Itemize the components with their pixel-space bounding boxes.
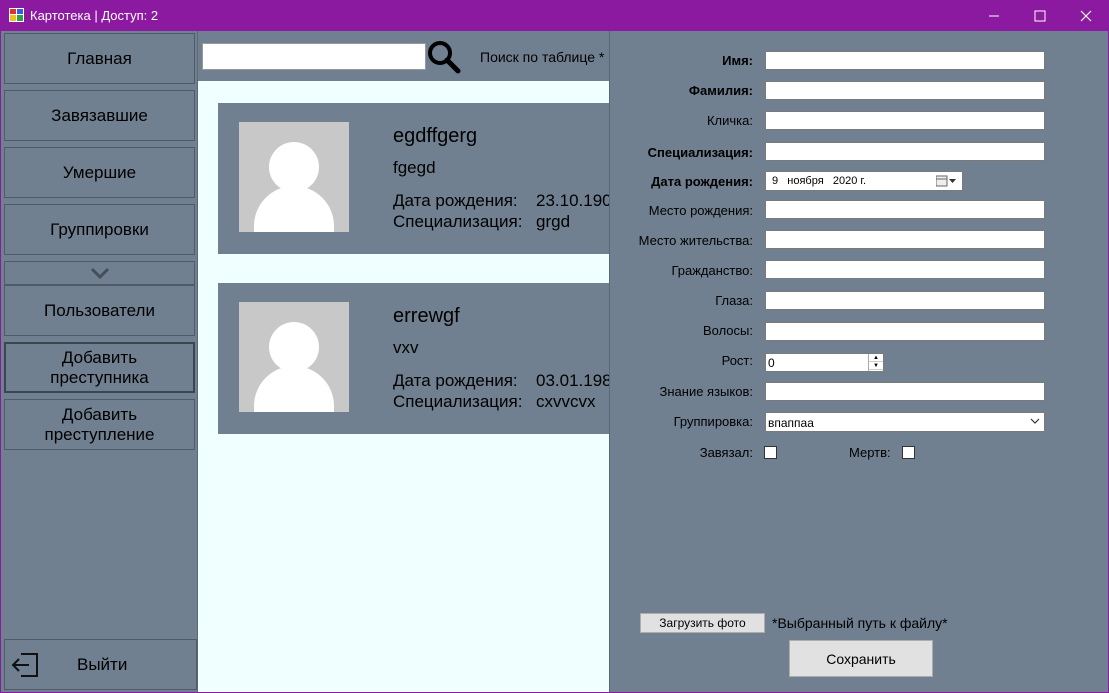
save-label: Сохранить [826,650,896,667]
nav-groups-button[interactable]: Группировки [4,204,195,255]
height-stepper[interactable]: 0 ▲ ▼ [765,353,884,372]
title-bar: Картотека | Доступ: 2 [0,0,1109,31]
exit-label: Выйти [77,655,128,674]
card-nickname: vxv [393,338,419,357]
save-button[interactable]: Сохранить [789,640,933,677]
citizenship-input[interactable] [765,260,1045,279]
nav-groups-label: Группировки [50,219,149,239]
spin-down-icon[interactable]: ▼ [869,362,883,370]
maximize-button[interactable] [1017,0,1063,31]
nav-deceased-label: Умершие [62,162,137,182]
nav-home-button[interactable]: Главная [4,33,195,84]
chevron-down-icon [1030,418,1040,424]
reformed-checkbox[interactable] [764,446,777,459]
eyes-input[interactable] [765,291,1045,310]
nickname-label: Кличка: [706,113,753,128]
nickname-input[interactable] [765,111,1045,130]
birth-date-picker[interactable]: 9 ноября 2020 г. [765,171,963,191]
residence-input[interactable] [765,230,1045,249]
criminal-card[interactable]: egdffgerg fgegd Дата рождения: 23.10.190… [218,103,609,254]
sidebar: Главная Завязавшие Умершие Группировки П… [1,31,198,692]
card-name: egdffgerg [393,125,478,147]
nav-deceased-button[interactable]: Умершие [4,147,195,198]
maximize-icon [1034,10,1046,21]
criminal-list-panel: Поиск по таблице * egdffgerg fgegd Дата … [198,31,609,692]
birth-place-input[interactable] [765,200,1045,219]
add-criminal-button[interactable]: Добавить преступника [4,342,195,393]
eyes-label: Глаза: [715,293,753,308]
nav-users-label: Пользователи [44,300,155,320]
expand-button[interactable] [4,261,195,285]
hair-label: Волосы: [702,323,753,338]
height-value: 0 [768,356,775,370]
chevron-down-icon [90,267,109,279]
birth-place-label: Место рождения: [648,203,753,218]
height-label: Рост: [721,353,753,368]
close-button[interactable] [1063,0,1109,31]
upload-photo-button[interactable]: Загрузить фото [640,613,765,633]
dead-checkbox-label: Мертв: [849,445,891,460]
client-area: Главная Завязавшие Умершие Группировки П… [1,31,1108,692]
spin-up-icon[interactable]: ▲ [869,354,883,362]
languages-label: Знание языков: [659,384,753,399]
search-bar: Поиск по таблице * [198,31,609,81]
add-crime-button[interactable]: Добавить преступление [4,399,195,450]
upload-photo-label: Загрузить фото [659,616,746,630]
card-spec-label: Специализация: [393,392,523,411]
avatar [239,122,349,232]
add-criminal-label: Добавить преступника [50,347,149,387]
last-name-label: Фамилия: [688,83,753,98]
residence-label: Место жительства: [638,233,753,248]
minimize-button[interactable] [971,0,1017,31]
exit-icon [11,653,38,677]
first-name-label: Имя: [722,53,753,68]
nav-reformed-button[interactable]: Завязавшие [4,90,195,141]
group-select[interactable]: впаппаа [765,412,1045,432]
file-path-text: *Выбранный путь к файлу* [772,615,948,631]
specialization-input[interactable] [765,142,1045,161]
criminal-card[interactable]: errewgf vxv Дата рождения: 03.01.198 Спе… [218,283,609,434]
card-nickname: fgegd [393,158,436,177]
hair-input[interactable] [765,322,1045,341]
minimize-icon [989,15,999,16]
search-hint: Поиск по таблице * [480,49,605,65]
criminal-form: Имя: Фамилия: Кличка: Специализация: Дат… [609,31,1108,692]
birth-date-value: 9 ноября 2020 г. [772,175,867,187]
card-birth-label: Дата рождения: [393,191,518,210]
window-title: Картотека | Доступ: 2 [30,8,159,23]
group-label: Группировка: [673,414,753,429]
birth-date-label: Дата рождения: [651,174,753,189]
nav-home-label: Главная [67,48,132,68]
reformed-checkbox-label: Завязал: [699,445,753,460]
exit-button[interactable]: Выйти [4,639,197,690]
specialization-label: Специализация: [647,145,753,160]
card-spec-label: Специализация: [393,212,523,231]
add-crime-label: Добавить преступление [44,404,155,444]
dead-checkbox[interactable] [902,446,915,459]
card-name: errewgf [393,305,460,327]
close-icon [1080,10,1092,21]
avatar [239,302,349,412]
card-birth-label: Дата рождения: [393,371,518,390]
search-icon[interactable] [427,40,461,74]
first-name-input[interactable] [765,51,1045,70]
last-name-input[interactable] [765,81,1045,100]
card-birth-value: 23.10.190 [536,191,609,210]
languages-input[interactable] [765,382,1045,401]
citizenship-label: Гражданство: [671,263,753,278]
nav-reformed-label: Завязавшие [51,105,148,125]
app-icon [9,8,24,22]
calendar-icon[interactable] [936,175,958,187]
nav-users-button[interactable]: Пользователи [4,285,195,336]
group-value: впаппаа [768,416,814,430]
search-input[interactable] [202,43,426,70]
card-spec-value: cxvvcvx [536,392,596,411]
card-birth-value: 03.01.198 [536,371,609,390]
card-spec-value: grgd [536,212,571,231]
